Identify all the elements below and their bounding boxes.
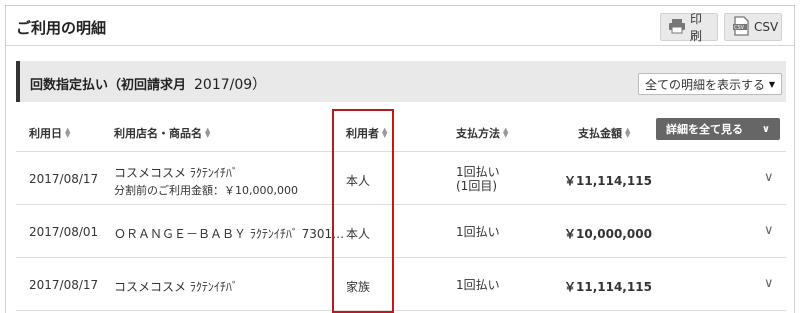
column-header-store[interactable]: 利用店名・商品名 ▲ ▼ bbox=[114, 125, 210, 141]
section-month: 2017/09） bbox=[194, 77, 267, 93]
row-amount: ￥10,000,000 bbox=[564, 227, 652, 241]
table-header: 利用日 ▲ ▼ 利用店名・商品名 ▲ ▼ 利用者 ▲ ▼ 支払方法 ▲ ▼ 支払金額 ▲… bbox=[16, 110, 786, 152]
print-label: 印刷 bbox=[690, 12, 703, 43]
printer-icon bbox=[668, 18, 686, 37]
csv-button[interactable]: CSV CSV bbox=[724, 13, 782, 41]
row-method: 1回払い (1回目) bbox=[456, 165, 500, 193]
column-header-method-label: 支払方法 bbox=[456, 127, 500, 140]
row-store-name: コスメコスメ ﾗｸﾃﾝｲﾁﾊﾞ bbox=[114, 280, 238, 294]
column-header-store-label: 利用店名・商品名 bbox=[114, 127, 202, 140]
row-user: 本人 bbox=[346, 174, 371, 188]
show-all-details-label: 詳細を全て見る bbox=[666, 123, 743, 136]
filter-select[interactable]: 全ての明細を表示する ▼ bbox=[638, 73, 782, 95]
column-header-date-label: 利用日 bbox=[29, 127, 62, 140]
chevron-down-icon[interactable]: ∨ bbox=[764, 170, 774, 185]
table-row[interactable]: 2017/08/17 コスメコスメ ﾗｸﾃﾝｲﾁﾊﾞ 分割前のご利用金額：￥10… bbox=[16, 152, 786, 205]
csv-icon: CSV bbox=[732, 15, 750, 39]
row-user: 家族 bbox=[346, 280, 371, 294]
section-label-wrap: 回数指定払い（初回請求月 2017/09） bbox=[30, 74, 266, 94]
filter-select-value: 全ての明細を表示する bbox=[645, 77, 766, 92]
chevron-down-icon[interactable]: ∨ bbox=[764, 223, 774, 238]
svg-text:CSV: CSV bbox=[734, 25, 745, 31]
chevron-down-icon[interactable]: ∨ bbox=[764, 276, 774, 291]
sort-icon: ▲ ▼ bbox=[382, 126, 388, 139]
statement-panel: ご利用の明細 印刷 CSV CSV 回数指定払い（初回請求月 2017/09） … bbox=[5, 5, 795, 313]
print-button[interactable]: 印刷 bbox=[660, 12, 718, 43]
table-row[interactable]: 2017/08/17 コスメコスメ ﾗｸﾃﾝｲﾁﾊﾞ 家族 1回払い ￥11,1… bbox=[16, 258, 786, 311]
caret-down-icon: ▼ bbox=[768, 79, 775, 89]
column-header-user-label: 利用者 bbox=[346, 127, 379, 140]
installment-section-header: 回数指定払い（初回請求月 2017/09） 全ての明細を表示する ▼ bbox=[16, 61, 786, 102]
row-date: 2017/08/01 bbox=[29, 225, 99, 239]
column-header-user[interactable]: 利用者 ▲ ▼ bbox=[346, 125, 387, 141]
show-all-details-button[interactable]: 詳細を全て見る ∨ bbox=[656, 118, 780, 140]
row-method-label: 1回払い bbox=[456, 165, 500, 179]
column-header-amount[interactable]: 支払金額 ▲ ▼ bbox=[578, 125, 630, 141]
row-method-label: 1回払い bbox=[456, 278, 500, 292]
chevron-down-icon: ∨ bbox=[761, 123, 770, 135]
sort-icon: ▲ ▼ bbox=[503, 126, 509, 139]
row-date: 2017/08/17 bbox=[29, 172, 99, 186]
section-label: 回数指定払い（初回請求月 bbox=[30, 78, 187, 93]
row-store-name: ＯＲＡＮＧＥ－ＢＡＢＹ ﾗｸﾃﾝｲﾁﾊﾞ 7301… bbox=[114, 227, 345, 241]
page-title: ご利用の明細 bbox=[16, 19, 107, 37]
sort-icon: ▲ ▼ bbox=[65, 126, 71, 139]
column-header-method[interactable]: 支払方法 ▲ ▼ bbox=[456, 125, 508, 141]
row-method-sub: (1回目) bbox=[456, 179, 497, 193]
row-store-name: コスメコスメ ﾗｸﾃﾝｲﾁﾊﾞ bbox=[114, 166, 238, 180]
row-date: 2017/08/17 bbox=[29, 278, 99, 292]
column-header-amount-label: 支払金額 bbox=[578, 127, 622, 140]
table-row[interactable]: 2017/08/01 ＯＲＡＮＧＥ－ＢＡＢＹ ﾗｸﾃﾝｲﾁﾊﾞ 7301… 本人… bbox=[16, 205, 786, 258]
row-store-sub: 分割前のご利用金額：￥10,000,000 bbox=[114, 184, 298, 197]
row-method-label: 1回払い bbox=[456, 225, 500, 239]
csv-label: CSV bbox=[754, 20, 779, 34]
row-user: 本人 bbox=[346, 227, 371, 241]
sort-icon: ▲ ▼ bbox=[205, 126, 211, 139]
row-store: コスメコスメ ﾗｸﾃﾝｲﾁﾊﾞ 分割前のご利用金額：￥10,000,000 bbox=[114, 164, 298, 198]
sort-icon: ▲ ▼ bbox=[625, 126, 631, 139]
row-amount: ￥11,114,115 bbox=[564, 280, 652, 294]
header-bar: ご利用の明細 印刷 CSV CSV bbox=[6, 6, 794, 46]
row-amount: ￥11,114,115 bbox=[564, 174, 652, 188]
column-header-date[interactable]: 利用日 ▲ ▼ bbox=[29, 125, 70, 141]
